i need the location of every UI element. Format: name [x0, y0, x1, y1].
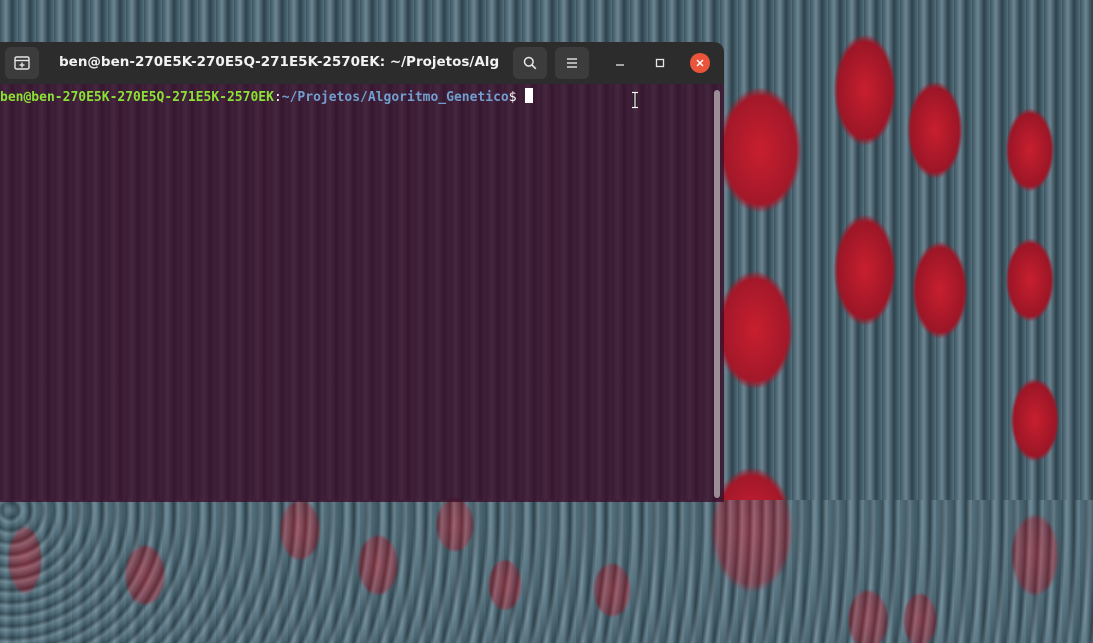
prompt-line: ben@ben-270E5K-270E5Q-271E5K-2570EK:~/Pr…	[0, 88, 533, 106]
new-tab-icon	[14, 56, 30, 70]
minimize-icon	[616, 64, 624, 66]
terminal-titlebar[interactable]: ben@ben-270E5K-270E5Q-271E5K-2570EK: ~/P…	[0, 42, 724, 84]
terminal-content[interactable]: ben@ben-270E5K-270E5Q-271E5K-2570EK:~/Pr…	[0, 84, 714, 502]
window-title: ben@ben-270E5K-270E5Q-271E5K-2570EK: ~/P…	[59, 54, 499, 70]
hamburger-menu-icon	[567, 58, 577, 68]
text-cursor	[524, 88, 533, 103]
prompt-user-host: ben@ben-270E5K-270E5Q-271E5K-2570EK	[0, 90, 274, 105]
prompt-symbol: $	[508, 90, 517, 105]
new-tab-button[interactable]	[5, 47, 39, 79]
maximize-button[interactable]	[650, 53, 670, 73]
ibeam-cursor-icon	[632, 91, 638, 109]
minimize-button[interactable]	[610, 53, 630, 73]
close-button[interactable]	[690, 53, 710, 73]
menu-button[interactable]	[555, 47, 589, 79]
search-icon	[523, 56, 537, 70]
maximize-icon	[655, 58, 665, 68]
wallpaper-roof-tiles	[0, 500, 1093, 643]
prompt-colon: :	[273, 90, 282, 105]
search-button[interactable]	[513, 47, 547, 79]
close-icon	[696, 59, 704, 67]
terminal-scrollbar[interactable]	[714, 90, 720, 498]
prompt-path: ~/Projetos/Algoritmo_Genetico	[281, 90, 509, 105]
